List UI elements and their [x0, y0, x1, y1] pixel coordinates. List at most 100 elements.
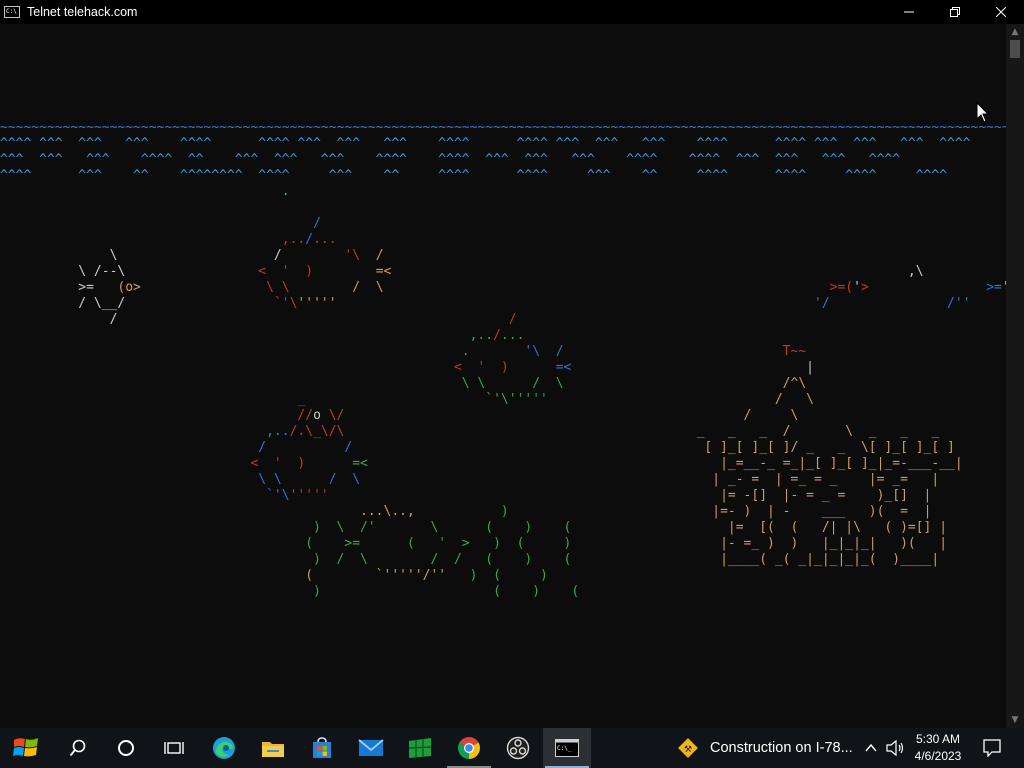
mail-button[interactable]: [347, 728, 395, 768]
volume-button[interactable]: [884, 728, 906, 768]
ascii-line: `'\''''' |= -[] |- = _ = )_[] |: [0, 488, 1006, 504]
action-center-button[interactable]: [978, 728, 1006, 768]
spreadsheet-app-button[interactable]: [396, 728, 444, 768]
ascii-line: ) / \ / / ( ) ( |____( _( _|_|_|_|_( )__…: [0, 552, 1006, 568]
ascii-segment: [141, 280, 266, 295]
mouse-pointer-icon: [976, 102, 990, 123]
cortana-circle-icon: [118, 740, 134, 756]
ascii-segment: \ \ / \: [0, 472, 361, 487]
ascii-segment: ''''': [297, 296, 337, 311]
ascii-segment: ...: [500, 328, 525, 343]
ascii-segment: _ _ _ / \ _ _ _: [344, 424, 940, 439]
ascii-segment: ': [853, 280, 861, 295]
ascii-segment: '\ /: [524, 344, 564, 359]
show-hidden-icons-button[interactable]: [860, 728, 882, 768]
cortana-button[interactable]: [102, 728, 150, 768]
ascii-line: ( >= ( ' > ) ( ) |- =_ ) ) |_|_|_| )( |: [0, 536, 1006, 552]
scroll-down-icon[interactable]: ▼: [1010, 715, 1020, 725]
close-button[interactable]: [978, 0, 1024, 24]
edge-browser-button[interactable]: [200, 728, 248, 768]
minimize-icon: [904, 11, 914, 13]
ascii-segment: `'\: [0, 488, 290, 503]
ascii-segment: >=: [0, 280, 118, 295]
clock[interactable]: 5:30 AM 4/6/2023: [910, 731, 966, 765]
close-icon: [996, 7, 1006, 17]
console-app-icon[interactable]: C:\: [4, 6, 20, 18]
ascii-segment: ( ) (: [461, 552, 572, 567]
ascii-segment: |____( _( _|_|_|_|_( )____|: [571, 552, 940, 567]
notification-icon: [983, 739, 1001, 757]
ascii-segment: |= [( ( /| |\ ( )=[] |: [571, 520, 948, 535]
ascii-segment: /: [0, 312, 509, 327]
ascii-segment: ^^^^ ^^^ ^^ ^^^^^^^^ ^^^^ ^^^ ^^ ^^^^ ^^…: [0, 168, 948, 183]
ascii-line: /: [0, 216, 1006, 232]
ascii-segment: .: [0, 184, 290, 199]
ascii-segment: _: [0, 392, 306, 407]
svg-text:C:\_: C:\_: [557, 745, 572, 752]
telnet-console-button[interactable]: C:\_: [543, 728, 591, 768]
ascii-segment: /'': [829, 296, 971, 311]
ascii-segment: .: [0, 344, 525, 359]
store-button[interactable]: [298, 728, 346, 768]
ascii-segment: _____: [0, 104, 1006, 119]
ascii-line: ( `'''''/'' ) ( ): [0, 568, 1006, 584]
ascii-line: ~~~~~~~~~~~~~~~~~~~~~~~~~~~~~~~~~~~~~~~~…: [0, 120, 1006, 136]
ascii-segment: \ /: [0, 248, 345, 263]
ascii-segment: ( `'''''/'': [0, 568, 447, 583]
restore-icon: [950, 7, 960, 17]
ascii-segment: ,..: [0, 328, 494, 343]
ascii-segment: '/: [336, 296, 830, 311]
ascii-segment: ( >= ( ' >: [0, 536, 470, 551]
console-output[interactable]: ) )_ _____ ~~~~~~~~~~~~~~~~~~~~~~~~~~~~~…: [0, 24, 1006, 728]
ascii-segment: //: [0, 408, 314, 423]
traffic-warning-icon: ⚒: [678, 738, 698, 758]
ascii-segment: ) ( ): [446, 568, 548, 583]
ascii-segment: / \: [289, 280, 384, 295]
ascii-line: ^^^ ^^^ ^^^ ^^^^ ^^ ^^^ ^^^ ^^^ ^^^^ ^^^…: [0, 152, 1006, 168]
search-button[interactable]: [54, 728, 102, 768]
news-headline[interactable]: Construction on I-78...: [710, 740, 853, 756]
ascii-line: ...\.., ) |=- ) | - ___ )( = |: [0, 504, 1006, 520]
ascii-segment: ): [0, 72, 1006, 87]
ascii-segment: )_: [0, 88, 1006, 103]
ascii-segment: / \: [344, 408, 799, 423]
ascii-segment: ~~~~~~~~~~~~~~~~~~~~~~~~~~~~~~~~~~~~~~~~…: [0, 120, 1006, 135]
ascii-segment: (o>: [117, 280, 141, 295]
console-scrollbar[interactable]: ▲ ▼: [1006, 24, 1024, 728]
ascii-line: )_: [0, 88, 1006, 104]
ascii-segment: ''''': [289, 488, 329, 503]
minimize-button[interactable]: [886, 0, 932, 24]
taskbar: C:\_ ⚒ Construction on I-78... 5:30 AM 4…: [0, 728, 1024, 768]
ascii-segment: =<: [508, 360, 572, 375]
start-button[interactable]: [2, 728, 50, 768]
chrome-button[interactable]: [445, 728, 493, 768]
ascii-segment: ...: [313, 232, 337, 247]
ascii-line: [0, 200, 1006, 216]
ascii-segment: / \: [547, 392, 814, 407]
ascii-segment: |=- ) | - ___ )( = |: [508, 504, 932, 519]
search-icon: [69, 739, 86, 757]
scroll-up-icon[interactable]: ▲: [1010, 27, 1020, 37]
ascii-segment: |= -[] |- = _ = )_[] |: [328, 488, 932, 503]
file-explorer-button[interactable]: [249, 728, 297, 768]
news-weather-widget[interactable]: ⚒ Construction on I-78...: [676, 728, 853, 768]
scroll-thumb[interactable]: [1010, 40, 1020, 58]
ascii-segment: /: [508, 312, 517, 327]
folder-icon: [262, 742, 284, 757]
ascii-line: ,../...: [0, 328, 1006, 344]
ascii-line: / \__/ `'\''''' '/ /'': [0, 296, 1006, 312]
obs-button[interactable]: [494, 728, 542, 768]
ascii-segment: ): [0, 584, 321, 599]
task-view-button[interactable]: [150, 728, 198, 768]
ascii-line: < ' ) =< |: [0, 360, 1006, 376]
ascii-segment: ...\..,: [0, 504, 415, 519]
window-titlebar[interactable]: C:\ Telnet telehack.com: [0, 0, 1024, 24]
windows-logo-icon: [13, 738, 38, 757]
chevron-up-icon: [865, 744, 877, 752]
restore-button[interactable]: [932, 0, 978, 24]
mail-icon: [358, 739, 384, 756]
ascii-line: .: [0, 184, 1006, 200]
clock-date: 4/6/2023: [914, 749, 962, 763]
ascii-line: / /: [0, 312, 1006, 328]
store-bag-icon: [313, 737, 331, 758]
